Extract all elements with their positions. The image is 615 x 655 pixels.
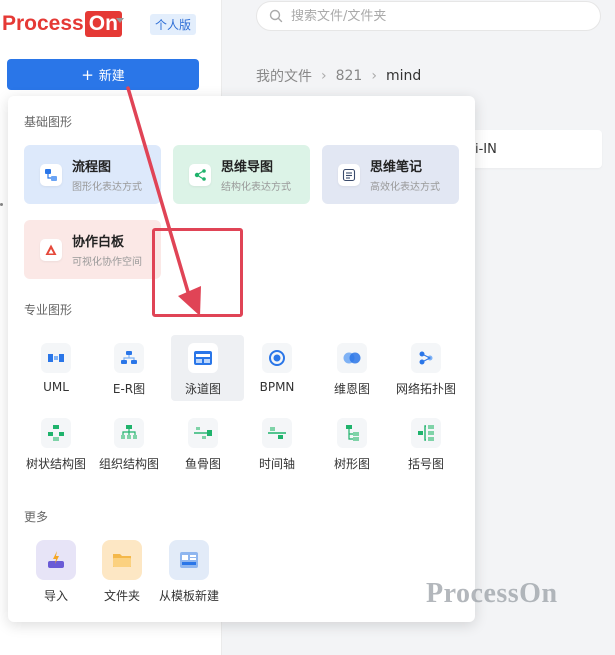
bracket-icon <box>411 418 441 448</box>
er-icon <box>114 343 144 373</box>
menu-item-venn[interactable]: 维恩图 <box>317 343 387 397</box>
menu-item-flowchart[interactable]: 流程图图形化表达方式 <box>24 145 161 204</box>
network-label: 网络拓扑图 <box>395 382 456 396</box>
mindmap-title: 思维导图 <box>221 160 274 175</box>
logo-text-right: On <box>84 11 122 37</box>
swimlane-label: 泳道图 <box>184 382 221 396</box>
menu-item-bpmn[interactable]: BPMN <box>242 343 312 394</box>
menu-item-mindmap[interactable]: 思维导图结构化表达方式 <box>173 145 310 204</box>
network-icon <box>411 343 441 373</box>
logo-text-left: Process <box>2 12 84 35</box>
menu-item-template[interactable]: 从模板新建 <box>154 540 224 604</box>
breadcrumb-item-folder[interactable]: 821 <box>336 68 363 84</box>
template-icon <box>169 540 209 580</box>
venn-label: 维恩图 <box>333 382 370 396</box>
section-title-more: 更多 <box>24 510 49 524</box>
bpmn-icon <box>262 343 292 373</box>
import-icon <box>36 540 76 580</box>
collapse-handle[interactable] <box>0 203 3 206</box>
tree-diagram-label: 树形图 <box>333 457 370 471</box>
menu-item-import[interactable]: 导入 <box>21 540 91 604</box>
swimlane-icon <box>188 343 218 373</box>
search-box[interactable] <box>256 1 601 31</box>
tree-structure-label: 树状结构图 <box>25 457 86 471</box>
tree-structure-icon <box>41 418 71 448</box>
menu-item-er[interactable]: E-R图 <box>94 343 164 397</box>
section-title-basic: 基础图形 <box>24 115 73 129</box>
menu-item-swimlane[interactable]: 泳道图 <box>168 343 238 397</box>
uml-icon <box>41 343 71 373</box>
tree-diagram-icon <box>337 418 367 448</box>
timeline-label: 时间轴 <box>258 457 295 471</box>
folder-icon <box>102 540 142 580</box>
org-chart-icon <box>114 418 144 448</box>
processon-logo[interactable]: Process On <box>2 10 122 38</box>
mindnote-title: 思维笔记 <box>370 160 423 175</box>
swimlane-highlight-box <box>152 228 243 317</box>
er-label: E-R图 <box>112 382 146 396</box>
flowchart-desc: 图形化表达方式 <box>72 182 142 193</box>
logo-caret-icon[interactable] <box>116 18 124 23</box>
mindnote-icon <box>338 163 360 186</box>
whiteboard-desc: 可视化协作空间 <box>72 257 142 268</box>
menu-item-uml[interactable]: UML <box>21 343 91 394</box>
menu-item-org-chart[interactable]: 组织结构图 <box>94 418 164 472</box>
breadcrumb-item-current: mind <box>385 68 422 84</box>
fishbone-icon <box>188 418 218 448</box>
venn-icon <box>337 343 367 373</box>
import-label: 导入 <box>43 589 68 603</box>
bpmn-label: BPMN <box>259 380 295 394</box>
org-chart-label: 组织结构图 <box>98 457 159 471</box>
menu-item-folder[interactable]: 文件夹 <box>87 540 157 604</box>
edition-badge: 个人版 <box>150 14 197 35</box>
mindnote-desc: 高效化表达方式 <box>370 182 440 193</box>
menu-item-bracket[interactable]: 括号图 <box>391 418 461 472</box>
plus-icon: + <box>81 65 94 84</box>
new-button-label: 新建 <box>98 69 125 84</box>
search-icon <box>269 9 283 23</box>
processon-watermark: ProcessOn <box>426 578 558 609</box>
menu-item-tree-structure[interactable]: 树状结构图 <box>21 418 91 472</box>
breadcrumb-item-root[interactable]: 我的文件 <box>256 66 312 86</box>
file-card-label: i-IN <box>475 141 497 157</box>
flowchart-title: 流程图 <box>72 160 112 175</box>
menu-item-network[interactable]: 网络拓扑图 <box>391 343 461 397</box>
menu-item-mindnote[interactable]: 思维笔记高效化表达方式 <box>322 145 459 204</box>
bracket-label: 括号图 <box>407 457 444 471</box>
uml-label: UML <box>43 380 69 394</box>
mindmap-icon <box>189 163 211 186</box>
folder-label: 文件夹 <box>103 589 140 603</box>
menu-item-fishbone[interactable]: 鱼骨图 <box>168 418 238 472</box>
breadcrumb: 我的文件 › 821 › mind <box>256 66 421 86</box>
new-button[interactable]: + 新建 <box>7 59 199 90</box>
chevron-right-icon: › <box>321 68 327 84</box>
timeline-icon <box>262 418 292 448</box>
fishbone-label: 鱼骨图 <box>184 457 221 471</box>
mindmap-desc: 结构化表达方式 <box>221 182 291 193</box>
whiteboard-icon <box>40 238 62 261</box>
search-input[interactable] <box>291 8 571 24</box>
new-dropdown-menu: 基础图形 流程图 图形化表达方式 思维导图 结构化表达方式 思维笔记 高效化表达方式 … <box>8 96 475 622</box>
whiteboard-title: 协作白板 <box>72 235 125 250</box>
menu-item-timeline[interactable]: 时间轴 <box>242 418 312 472</box>
chevron-right-icon: › <box>371 68 377 84</box>
menu-item-tree-diagram[interactable]: 树形图 <box>317 418 387 472</box>
section-title-pro: 专业图形 <box>24 303 73 317</box>
menu-item-whiteboard[interactable]: 协作白板可视化协作空间 <box>24 220 161 279</box>
template-label: 从模板新建 <box>158 589 219 603</box>
flowchart-icon <box>40 163 62 186</box>
